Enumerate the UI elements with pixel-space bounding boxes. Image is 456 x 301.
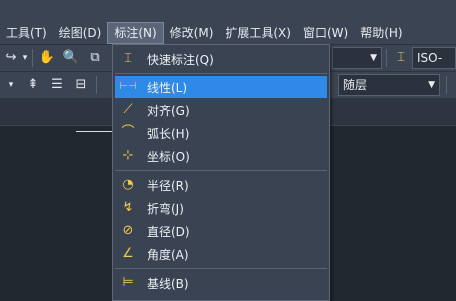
menu-item-label: 对齐(G) — [147, 103, 190, 118]
menu-item-label: 快速标注(Q) — [147, 52, 214, 67]
dimension-style-icon[interactable]: ⌶ — [392, 49, 410, 67]
layer-state-icon[interactable]: ⊟ — [72, 76, 90, 94]
angular-icon: ∠ — [122, 246, 134, 261]
quick-dimension-icon: ⌶ — [124, 51, 132, 66]
menu-item-label: 基线(B) — [147, 276, 189, 291]
zoom-window-icon[interactable]: ⧉ — [86, 49, 104, 67]
menu-item-diameter[interactable]: ⊘ 直径(D) — [115, 220, 327, 242]
linetype-value: 随层 — [343, 78, 368, 92]
menu-item-angular[interactable]: ∠ 角度(A) — [115, 243, 327, 265]
menu-item-label: 直径(D) — [147, 224, 190, 239]
baseline-icon: ⊨ — [122, 275, 134, 290]
layer-up-icon[interactable]: ⇞ — [24, 76, 42, 94]
pan-icon[interactable]: ✋ — [38, 49, 56, 67]
menu-divider — [115, 170, 327, 171]
toolbar-dropdown[interactable]: ▼ — [332, 47, 382, 69]
menu-item-aligned[interactable]: ⟋ 对齐(G) — [115, 99, 327, 121]
toolbar-separator — [446, 76, 447, 94]
layer-properties-icon[interactable]: ☰ — [48, 76, 66, 94]
menu-item-label: 折弯(J) — [147, 201, 184, 216]
chevron-down-icon: ▼ — [428, 80, 435, 90]
dimension-menu: ⌶ 快速标注(Q) ⊢⊣ 线性(L) ⟋ 对齐(G) ⌒ 弧长(H) ⊹ 坐标(… — [112, 44, 330, 301]
drawn-line — [76, 131, 112, 132]
menu-item-label: 角度(A) — [147, 247, 189, 262]
linear-dimension-icon: ⊢⊣ — [119, 81, 137, 92]
menu-item-quick-dimension[interactable]: ⌶ 快速标注(Q) — [115, 48, 327, 70]
diameter-icon: ⊘ — [122, 223, 134, 238]
jogged-icon: ↯ — [122, 200, 134, 215]
menu-bar: 工具(T) 绘图(D) 标注(N) 修改(M) 扩展工具(X) 窗口(W) 帮助… — [0, 22, 456, 44]
menu-item-jogged[interactable]: ↯ 折弯(J) — [115, 197, 327, 219]
menu-item-arc-length[interactable]: ⌒ 弧长(H) — [115, 122, 327, 144]
menu-item-ordinate[interactable]: ⊹ 坐标(O) — [115, 145, 327, 167]
arc-length-icon: ⌒ — [121, 125, 135, 140]
menu-window[interactable]: 窗口(W) — [297, 22, 354, 44]
toolbar-separator — [96, 76, 97, 94]
menu-item-label: 弧长(H) — [147, 126, 190, 141]
menu-modify[interactable]: 修改(M) — [164, 22, 220, 44]
zoom-realtime-icon[interactable]: 🔍 — [62, 49, 80, 67]
toolbar-separator — [386, 49, 387, 67]
linetype-dropdown[interactable]: 随层 ▼ — [338, 74, 440, 96]
menu-extended-tools[interactable]: 扩展工具(X) — [219, 22, 297, 44]
dimension-style-dropdown[interactable]: ISO-25 — [412, 47, 456, 85]
menu-help[interactable]: 帮助(H) — [354, 22, 408, 44]
ordinate-icon: ⊹ — [122, 148, 134, 163]
menu-tools[interactable]: 工具(T) — [0, 22, 53, 44]
menu-divider — [115, 73, 327, 74]
chevron-down-icon[interactable]: ▾ — [2, 76, 20, 94]
menu-divider — [115, 268, 327, 269]
menu-item-label: 线性(L) — [147, 80, 188, 95]
radius-icon: ◔ — [122, 177, 134, 192]
title-bar — [0, 0, 456, 22]
menu-dimension[interactable]: 标注(N) — [107, 22, 164, 44]
aligned-dimension-icon: ⟋ — [123, 102, 133, 117]
menu-draw[interactable]: 绘图(D) — [53, 22, 108, 44]
menu-item-radius[interactable]: ◔ 半径(R) — [115, 174, 327, 196]
chevron-down-icon: ▼ — [370, 53, 377, 63]
toolbar-separator — [32, 49, 33, 67]
menu-item-label: 半径(R) — [147, 178, 189, 193]
menu-item-label: 坐标(O) — [147, 149, 190, 164]
menu-item-linear[interactable]: ⊢⊣ 线性(L) — [115, 76, 327, 98]
menu-item-baseline[interactable]: ⊨ 基线(B) — [115, 272, 327, 294]
